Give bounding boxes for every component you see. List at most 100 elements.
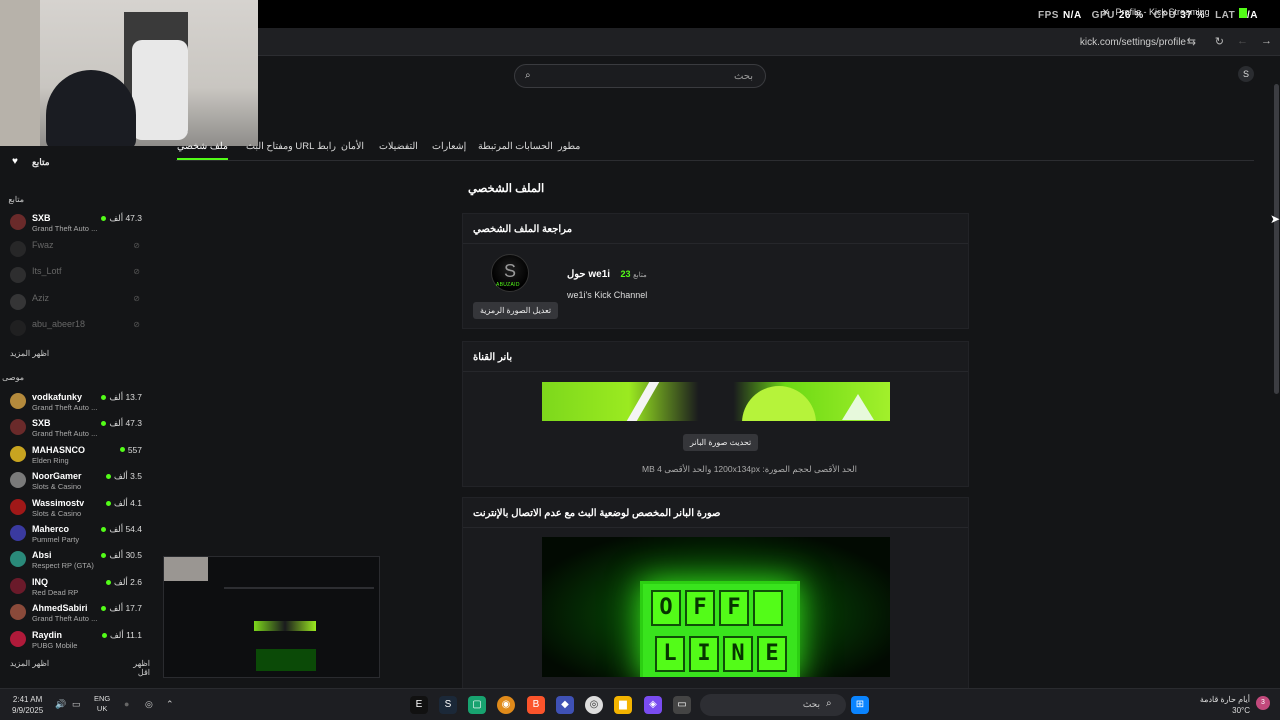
viewer-count-text: 11.1 ألف <box>109 629 142 640</box>
lang-region: UK <box>96 704 108 713</box>
user-avatar[interactable]: S <box>1238 66 1254 82</box>
webcam-overlay <box>0 0 258 146</box>
channel-item[interactable]: abu_abeer18 ⊘ <box>0 316 150 340</box>
taskbar-clock[interactable]: 2:41 AM 9/9/2025 <box>12 694 43 716</box>
channel-avatar <box>10 445 26 462</box>
channel-item[interactable]: INQ Red Dead RP 2.6 ألف <box>0 574 150 598</box>
webcam-chair <box>132 40 188 140</box>
channel-item[interactable]: Maherco Pummel Party 54.4 ألف <box>0 521 150 545</box>
viewer-count: 13.7 ألف <box>101 392 142 403</box>
taskbar-search-icon[interactable]: ⌕ <box>826 698 832 709</box>
channel-avatar <box>10 320 26 336</box>
forward-icon[interactable]: → <box>1261 35 1272 47</box>
channel-item[interactable]: Aziz ⊘ <box>0 290 150 314</box>
channel-name: Aziz <box>32 292 50 303</box>
epic-games-icon[interactable]: E <box>410 696 428 714</box>
banner-image <box>542 382 890 421</box>
copilot-icon[interactable]: ◈ <box>644 696 662 714</box>
app-orange-icon[interactable]: ◉ <box>497 696 515 714</box>
viewer-count-text: 4.1 ألف <box>114 497 142 508</box>
channel-item[interactable]: AhmedSabiri Grand Theft Auto ... 17.7 ألف <box>0 600 150 624</box>
weather-text: أيام حارة قادمة <box>1199 695 1250 704</box>
address-bar[interactable]: kick.com/settings/profile ⇆ ↻ ← → <box>258 28 1280 56</box>
channel-avatar <box>10 630 26 647</box>
offline-tile: E <box>757 636 787 672</box>
offline-tile <box>753 590 783 626</box>
viewer-count: 54.4 ألف <box>101 524 142 535</box>
channel-avatar <box>10 498 26 515</box>
url-text[interactable]: kick.com/settings/profile <box>1080 37 1186 48</box>
mic-icon[interactable]: ● <box>124 699 129 709</box>
channel-game: Pummel Party <box>32 535 80 544</box>
channel-item[interactable]: Fwaz ⊘ <box>0 237 150 261</box>
app-green-icon[interactable]: ▢ <box>468 696 486 714</box>
scrollbar-thumb[interactable] <box>1274 84 1279 394</box>
offline-banner-card: صورة البانر المخصص لوضعية البث مع عدم ال… <box>462 497 969 697</box>
tab-stream-url-key[interactable]: رابط URL ومفتاح البث <box>246 141 336 152</box>
tray-expand-icon[interactable]: ⌃ <box>166 699 174 710</box>
search-input[interactable]: بحث ⌕ <box>514 64 766 88</box>
tab-preferences[interactable]: التفضيلات <box>379 141 418 152</box>
tab-linked-accounts[interactable]: الحسابات المرتبطة <box>478 141 553 152</box>
offline-tile: N <box>723 636 753 672</box>
viewer-count-text: 2.6 ألف <box>114 576 142 587</box>
steam-icon[interactable]: S <box>439 696 457 714</box>
channel-item[interactable]: Wassimostv Slots & Casino 4.1 ألف <box>0 495 150 519</box>
channel-item[interactable]: MAHASNCO Elden Ring 557 <box>0 442 150 466</box>
channel-item[interactable]: SXB Grand Theft Auto ... 47.3 ألف <box>0 210 150 234</box>
tab-security[interactable]: الأمان <box>341 141 364 152</box>
live-dot-icon <box>101 216 107 221</box>
sidebar: ♥ متابع متابع SXB Grand Theft Auto ... 47.… <box>0 146 150 686</box>
capture-icon[interactable]: ◎ <box>145 699 153 710</box>
back-icon[interactable]: ← <box>1237 35 1248 47</box>
app-blue-icon[interactable]: ◆ <box>556 696 574 714</box>
app-gray-icon[interactable]: ▭ <box>673 696 691 714</box>
viewer-count: 4.1 ألف <box>106 498 142 509</box>
taskbar-search[interactable]: بحث <box>700 694 846 716</box>
browser-tab[interactable]: ✕ Profile - Kick Streaming <box>1102 7 1210 18</box>
channel-item[interactable]: vodkafunky Grand Theft Auto ... 13.7 ألف <box>0 389 150 413</box>
tab-profile[interactable]: ملف شخصي <box>177 141 228 160</box>
viewer-count-text: 54.4 ألف <box>109 524 142 534</box>
offline-icon: ⊘ <box>133 240 140 250</box>
channel-item[interactable]: Its_Lotf ⊘ <box>0 263 150 287</box>
volume-icon[interactable]: 🔊 <box>55 699 66 710</box>
avatar-logo-icon: S <box>504 261 517 281</box>
viewer-count: 557 <box>119 445 142 455</box>
site-settings-icon[interactable]: ⇆ <box>1187 35 1196 48</box>
channel-item[interactable]: Raydin PUBG Mobile 11.1 ألف <box>0 627 150 651</box>
channel-item[interactable]: NoorGamer Slots & Casino 3.5 ألف <box>0 468 150 492</box>
taskbar: 2:41 AM 9/9/2025 🔊 ▭ ENG UK ● ◎ ⌃ E S ▢ … <box>0 688 1280 720</box>
lang-code: ENG <box>94 694 111 703</box>
weather-widget[interactable]: أيام حارة قادمة 30°C <box>1200 694 1250 716</box>
reload-icon[interactable]: ↻ <box>1215 35 1224 48</box>
language-indicator[interactable]: ENG UK <box>94 694 110 714</box>
channel-name: NoorGamer <box>32 471 82 482</box>
notification-badge[interactable]: 3 <box>1256 696 1270 710</box>
update-banner-button[interactable]: تحديث صورة البانر <box>683 434 759 451</box>
edit-avatar-button[interactable]: تعديل الصورة الرمزية <box>473 302 559 319</box>
brave-icon[interactable]: B <box>527 696 545 714</box>
viewer-count: 3.5 ألف <box>106 471 142 482</box>
channel-name: Wassimostv <box>32 497 85 508</box>
tab-notifications[interactable]: إشعارات <box>432 141 466 152</box>
channel-avatar <box>10 604 26 621</box>
channel-name: AhmedSabiri <box>32 603 88 614</box>
network-icon[interactable]: ▭ <box>72 699 81 710</box>
show-more-button[interactable]: اظهر المزيد <box>10 349 49 358</box>
chrome-icon[interactable]: ◎ <box>585 696 603 714</box>
show-less-button[interactable]: اظهر اقل <box>120 659 150 677</box>
channel-game: Slots & Casino <box>32 508 82 518</box>
show-more-bottom-button[interactable]: اظهر المزيد <box>10 659 49 668</box>
heart-icon[interactable]: ♥ <box>12 156 18 167</box>
channel-item[interactable]: SXB Grand Theft Auto ... 47.3 ألف <box>0 415 150 439</box>
file-explorer-icon[interactable]: ▆ <box>614 696 632 714</box>
windows-start-icon[interactable]: ⊞ <box>851 696 869 714</box>
channel-item[interactable]: Absi Respect RP (GTA) 30.5 ألف <box>0 547 150 571</box>
close-tab-icon[interactable]: ✕ <box>1102 7 1110 18</box>
page-scrollbar[interactable] <box>1272 56 1280 688</box>
search-icon[interactable]: ⌕ <box>525 70 531 81</box>
tab-developer[interactable]: مطور <box>558 141 580 152</box>
channel-name: SXB <box>32 418 51 429</box>
banner-slash <box>626 382 660 421</box>
